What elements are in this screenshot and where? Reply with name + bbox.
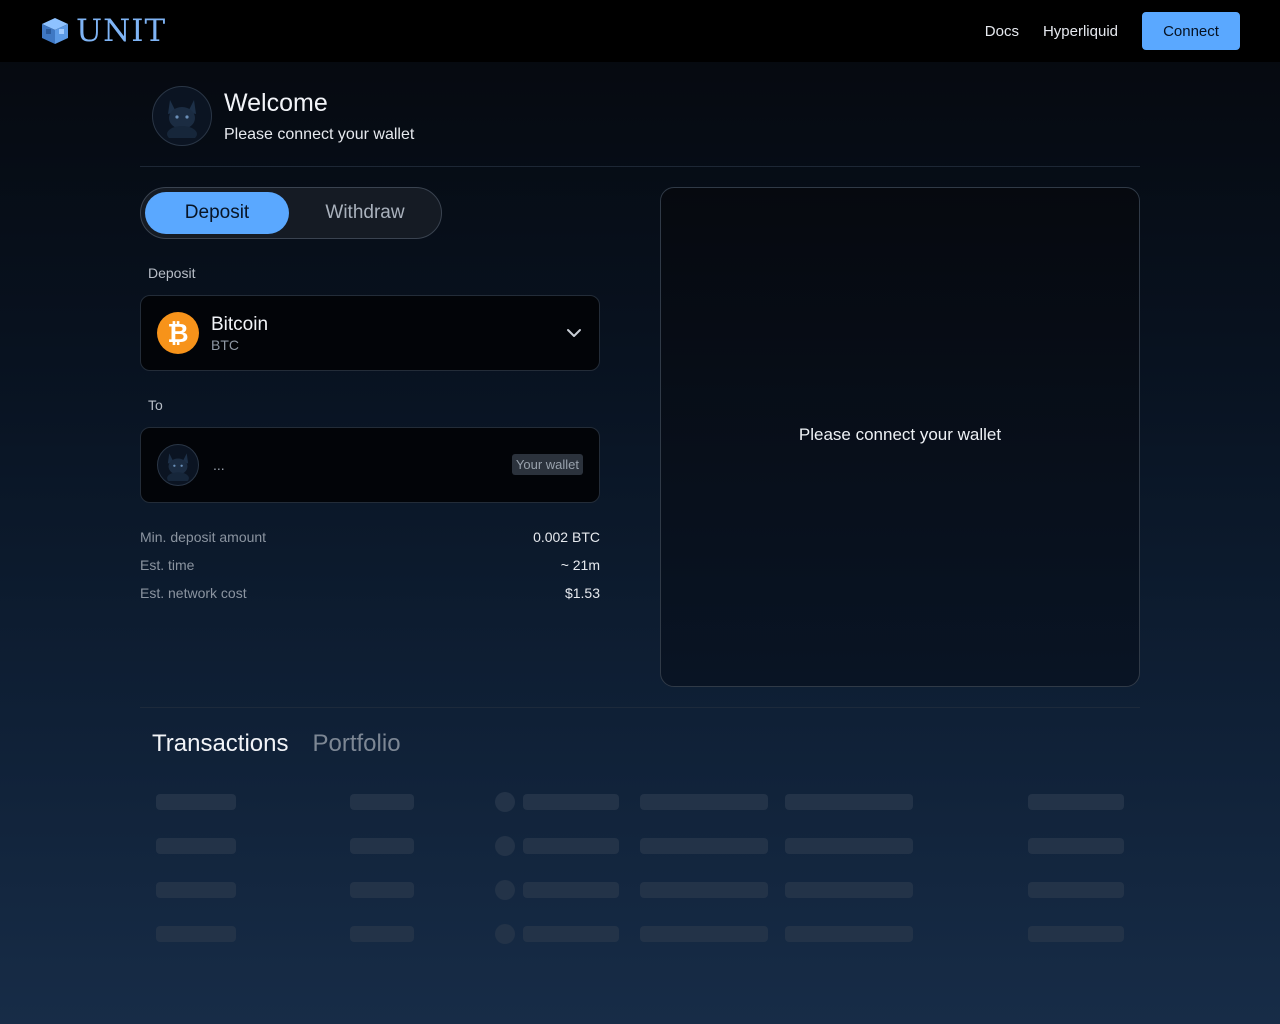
avatar: [152, 86, 212, 146]
info-value: ~ 21m: [560, 557, 600, 573]
asset-name: Bitcoin: [211, 313, 269, 335]
brand-name: UNIT: [76, 13, 167, 49]
nav-links: Docs Hyperliquid Connect: [961, 12, 1240, 50]
skeleton-bar: [1028, 794, 1124, 810]
cube-logo-icon: [42, 18, 68, 44]
cat-avatar-icon: [167, 100, 197, 138]
logo[interactable]: UNIT: [40, 13, 166, 49]
skeleton-bar: [156, 794, 236, 810]
info-label: Est. time: [140, 557, 195, 573]
info-row-est-time: Est. time ~ 21m: [140, 557, 600, 573]
nav-link-hyperliquid[interactable]: Hyperliquid: [1043, 23, 1118, 40]
nav-link-docs[interactable]: Docs: [985, 23, 1019, 40]
skeleton-bar: [156, 926, 236, 942]
to-label: To: [148, 397, 163, 413]
skeleton-bar: [523, 838, 619, 854]
skeleton-bar: [640, 838, 768, 854]
info-label: Min. deposit amount: [140, 529, 267, 545]
skeleton-avatar: [495, 880, 515, 900]
asset-select[interactable]: ₿ Bitcoin BTC: [140, 295, 600, 371]
skeleton-bar: [640, 882, 768, 898]
skeleton-bar: [523, 926, 619, 942]
info-row-min-deposit: Min. deposit amount 0.002 BTC: [140, 529, 600, 545]
cat-avatar-icon: [167, 453, 189, 481]
tab-deposit[interactable]: Deposit: [145, 192, 289, 234]
skeleton-bar: [640, 794, 768, 810]
skeleton-bar: [523, 794, 619, 810]
divider: [140, 707, 1140, 708]
skeleton-bar: [523, 882, 619, 898]
skeleton-bar: [785, 838, 913, 854]
skeleton-bar: [350, 926, 414, 942]
tab-withdraw[interactable]: Withdraw: [293, 192, 437, 234]
connect-wallet-message: Please connect your wallet: [798, 425, 1002, 444]
avatar: [157, 444, 199, 486]
divider: [140, 166, 1140, 167]
skeleton-bar: [785, 882, 913, 898]
skeleton-bar: [1028, 838, 1124, 854]
skeleton-bar: [350, 794, 414, 810]
deposit-address-panel: Please connect your wallet: [660, 187, 1140, 687]
info-label: Est. network cost: [140, 585, 247, 601]
wallet-address: ...: [213, 457, 225, 473]
navbar: UNIT Docs Hyperliquid Connect: [0, 0, 1280, 62]
info-value: 0.002 BTC: [533, 529, 600, 545]
skeleton-avatar: [495, 836, 515, 856]
bottom-tabs: Transactions Portfolio: [152, 730, 425, 758]
skeleton-bar: [785, 926, 913, 942]
skeleton-bar: [156, 882, 236, 898]
welcome-header: Welcome Please connect your wallet: [152, 86, 414, 146]
page-subtitle: Please connect your wallet: [224, 125, 415, 143]
skeleton-bar: [156, 838, 236, 854]
connect-button[interactable]: Connect: [1142, 12, 1240, 50]
deposit-label: Deposit: [148, 265, 196, 281]
skeleton-bar: [1028, 882, 1124, 898]
page-title: Welcome: [224, 88, 328, 117]
chevron-down-icon: [567, 329, 581, 337]
skeleton-avatar: [495, 792, 515, 812]
tab-transactions[interactable]: Transactions: [152, 730, 289, 758]
destination-wallet: ... Your wallet: [140, 427, 600, 503]
skeleton-bar: [785, 794, 913, 810]
your-wallet-badge: Your wallet: [511, 454, 583, 475]
skeleton-avatar: [495, 924, 515, 944]
deposit-withdraw-toggle: Deposit Withdraw: [140, 187, 442, 239]
info-value: $1.53: [564, 585, 600, 601]
info-row-network-cost: Est. network cost $1.53: [140, 585, 600, 601]
skeleton-bar: [640, 926, 768, 942]
skeleton-bar: [1028, 926, 1124, 942]
asset-symbol: BTC: [211, 336, 239, 353]
bitcoin-icon: ₿: [157, 312, 199, 354]
tab-portfolio[interactable]: Portfolio: [313, 730, 401, 758]
skeleton-bar: [350, 838, 414, 854]
skeleton-bar: [350, 882, 414, 898]
